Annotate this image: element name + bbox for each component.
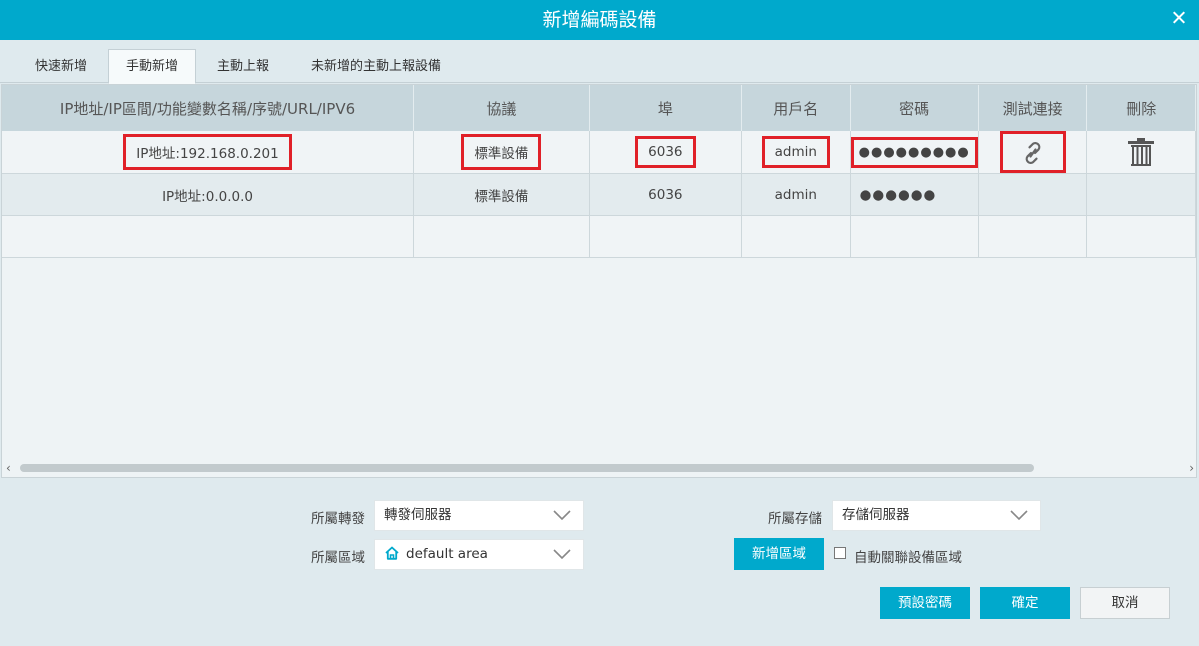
- password-value: ●●●●●●●●●: [850, 136, 978, 168]
- column-header-protocol: 協議: [413, 85, 590, 131]
- cell-port[interactable]: 6036: [589, 131, 742, 174]
- forward-server-select[interactable]: 轉發伺服器: [374, 500, 584, 531]
- tab-manual-add[interactable]: 手動新增: [108, 49, 196, 84]
- cell-username[interactable]: admin: [741, 131, 851, 174]
- close-icon[interactable]: [1169, 8, 1189, 28]
- table-row[interactable]: IP地址:0.0.0.0 標準設備 6036 admin ●●●●●●: [2, 173, 1196, 216]
- column-header-password: 密碼: [850, 85, 979, 131]
- cell-test-connection: [978, 131, 1088, 174]
- cancel-button[interactable]: 取消: [1080, 587, 1170, 619]
- home-icon: [385, 546, 399, 560]
- column-header-delete: 刪除: [1086, 85, 1196, 131]
- tab-active-report[interactable]: 主動上報: [204, 50, 282, 83]
- dialog-title: 新增編碼設備: [542, 9, 657, 31]
- auto-link-area-checkbox[interactable]: [834, 547, 846, 559]
- column-header-username: 用戶名: [741, 85, 851, 131]
- username-value: admin: [761, 136, 830, 168]
- storage-server-value: 存儲伺服器: [842, 507, 910, 523]
- chevron-right-icon[interactable]: ›: [1189, 461, 1194, 475]
- chevron-down-icon: [1010, 510, 1028, 521]
- column-header-port: 埠: [589, 85, 742, 131]
- cell-password[interactable]: ●●●●●●●●●: [850, 131, 979, 174]
- port-value: 6036: [635, 136, 696, 168]
- auto-link-area-label: 自動關聯設備區域: [854, 550, 962, 566]
- cell-port[interactable]: 6036: [589, 173, 742, 216]
- cell-address[interactable]: IP地址:0.0.0.0: [2, 173, 415, 216]
- trash-icon[interactable]: [1126, 137, 1156, 167]
- storage-label: 所屬存儲: [768, 511, 822, 527]
- cell-username[interactable]: admin: [741, 173, 851, 216]
- cell-username[interactable]: [741, 215, 851, 258]
- cell-password[interactable]: [850, 215, 979, 258]
- area-value: default area: [406, 546, 488, 562]
- chevron-down-icon: [553, 549, 571, 560]
- chevron-down-icon: [553, 510, 571, 521]
- area-label: 所屬區域: [311, 550, 365, 566]
- area-select[interactable]: default area: [374, 539, 584, 570]
- tab-quick-add[interactable]: 快速新增: [20, 50, 102, 83]
- cell-delete: [1086, 215, 1196, 258]
- storage-server-select[interactable]: 存儲伺服器: [832, 500, 1041, 531]
- cell-test-connection: [978, 173, 1088, 216]
- default-password-button[interactable]: 預設密碼: [880, 587, 970, 619]
- device-table: IP地址/IP區間/功能變數名稱/序號/URL/IPV6 協議 埠 用戶名 密碼…: [1, 84, 1197, 478]
- horizontal-scrollbar[interactable]: ‹ ›: [2, 459, 1196, 477]
- cell-protocol[interactable]: 標準設備: [413, 131, 590, 174]
- title-bar: 新增編碼設備: [0, 0, 1199, 40]
- column-header-test-connection: 測試連接: [978, 85, 1088, 131]
- protocol-value: 標準設備: [461, 134, 542, 170]
- forward-label: 所屬轉發: [311, 511, 365, 527]
- cell-address[interactable]: IP地址:192.168.0.201: [2, 131, 415, 174]
- confirm-button[interactable]: 確定: [980, 587, 1070, 619]
- table-row[interactable]: [2, 215, 1196, 258]
- cell-delete: [1086, 131, 1196, 174]
- address-value: IP地址:192.168.0.201: [123, 134, 292, 170]
- add-area-button[interactable]: 新增區域: [734, 538, 824, 570]
- cell-protocol[interactable]: 標準設備: [413, 173, 590, 216]
- forward-server-value: 轉發伺服器: [384, 507, 452, 523]
- table-row[interactable]: IP地址:192.168.0.201 標準設備 6036 admin ●●●●●…: [2, 131, 1196, 174]
- cell-address[interactable]: [2, 215, 415, 258]
- cell-password[interactable]: ●●●●●●: [850, 173, 979, 216]
- column-header-address: IP地址/IP區間/功能變數名稱/序號/URL/IPV6: [2, 85, 415, 131]
- chevron-left-icon[interactable]: ‹: [6, 461, 11, 475]
- tab-bar: 快速新增 手動新增 主動上報 未新增的主動上報設備: [0, 40, 1199, 84]
- cell-port[interactable]: [589, 215, 742, 258]
- link-icon[interactable]: [999, 131, 1066, 173]
- scrollbar-thumb[interactable]: [20, 464, 1034, 472]
- cell-delete: [1086, 173, 1196, 216]
- cell-test-connection: [978, 215, 1088, 258]
- tab-unadded-reports[interactable]: 未新增的主動上報設備: [296, 50, 456, 83]
- cell-protocol[interactable]: [413, 215, 590, 258]
